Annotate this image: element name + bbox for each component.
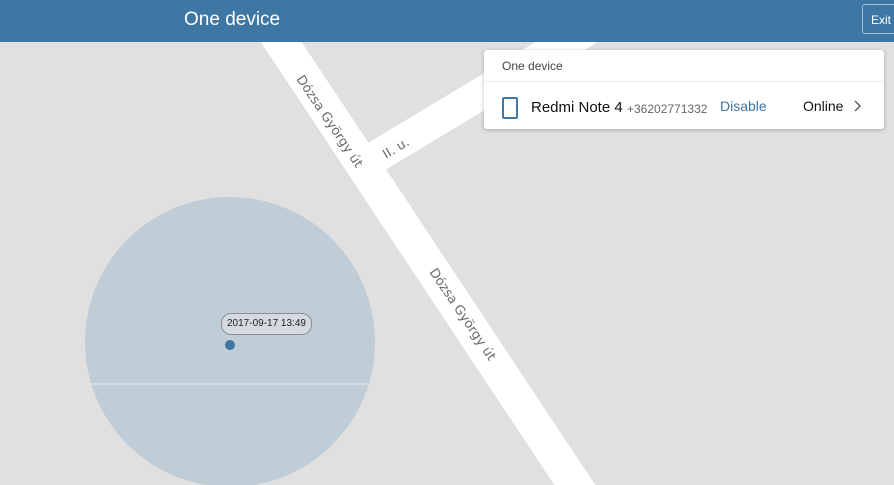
street-label-dozsa-2: Dózsa György út — [426, 266, 499, 364]
panel-title: One device — [502, 59, 563, 73]
device-name: Redmi Note 4 — [531, 99, 623, 116]
device-panel: One device Redmi Note 4 +36202771332 Dis… — [484, 50, 884, 129]
location-marker[interactable] — [225, 340, 235, 350]
device-status: Online — [803, 98, 844, 114]
device-list-item[interactable]: Redmi Note 4 +36202771332 Disable Online — [484, 82, 884, 129]
exit-button[interactable]: Exit — [862, 4, 894, 34]
disable-button[interactable]: Disable — [720, 98, 767, 114]
location-timestamp: 2017-09-17 13:49 — [221, 313, 312, 335]
device-phone-number: +36202771332 — [627, 102, 708, 116]
app-page: One device Exit Dózsa György út Dózsa Gy… — [0, 0, 894, 485]
chevron-right-icon[interactable] — [854, 100, 862, 112]
page-title: One device — [184, 9, 281, 30]
phone-icon — [502, 97, 518, 119]
header-bar: One device Exit — [0, 0, 894, 42]
